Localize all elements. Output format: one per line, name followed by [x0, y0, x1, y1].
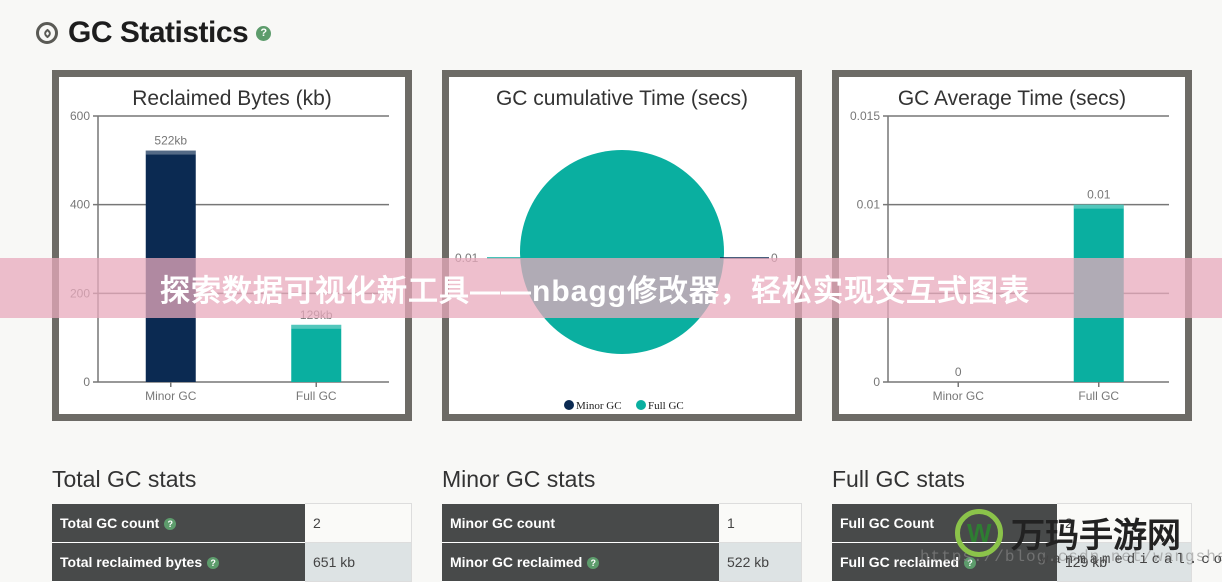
question-circle-icon[interactable]: ? [164, 518, 177, 531]
reclaimed-bytes-panel: Reclaimed Bytes (kb)0200400600522kbMinor… [52, 70, 412, 421]
banner-text: 探索数据可视化新工具——nbagg修改器，轻松实现交互式图表 [160, 275, 1030, 308]
x-tick-label: Minor GC [145, 389, 197, 403]
pie-slice-full-gc [520, 150, 724, 354]
legend-marker [564, 400, 574, 410]
bar-highlight [291, 324, 342, 329]
data-label: 0.01 [1087, 188, 1111, 202]
stat-label: Minor GC count [442, 503, 719, 543]
stat-label: Total GC count? [52, 503, 305, 543]
stat-label: Total reclaimed bytes? [52, 542, 305, 582]
chart-title: GC cumulative Time (secs) [496, 87, 748, 110]
legend-marker [636, 400, 646, 410]
y-tick-label: 0 [873, 375, 880, 389]
table-row: Minor GC count 1 [442, 503, 802, 543]
bar-highlight [1073, 204, 1124, 209]
y-tick-label: 600 [70, 109, 90, 123]
table-row: Total reclaimed bytes? 651 kb [52, 542, 412, 582]
chart-title: GC Average Time (secs) [898, 87, 1126, 110]
table-row: Total GC count? 2 [52, 503, 412, 543]
average-time-panel: GC Average Time (secs) 0 0.01 0.015 0 Minor G… [832, 70, 1192, 421]
watermark-name: 万玛手游网 [1011, 516, 1181, 556]
stat-value: 651 kb [305, 542, 412, 582]
question-circle-icon[interactable]: ? [207, 557, 220, 570]
page-title: GC Statistics [68, 16, 249, 49]
cumulative-time-chart: GC cumulative Time (secs)0.010Minor GCFu… [455, 87, 778, 412]
x-tick-label: Full GC [1078, 389, 1119, 403]
y-tick-label: 0 [83, 375, 90, 389]
stat-label: Minor GC reclaimed? [442, 542, 719, 582]
x-tick-label: Minor GC [933, 389, 985, 403]
overlay-banner: 探索数据可视化新工具——nbagg修改器，轻松实现交互式图表 [0, 258, 1222, 318]
data-label: 0 [955, 365, 962, 379]
table-row: Minor GC reclaimed? 522 kb [442, 542, 802, 582]
y-tick-label: 400 [70, 198, 90, 212]
total-gc-stats-title: Total GC stats [52, 466, 197, 492]
bar-highlight [145, 150, 196, 155]
stat-value: 1 [719, 503, 802, 543]
data-label: 522kb [154, 134, 187, 148]
watermark-url: wanmamedical.com [1040, 552, 1222, 568]
cumulative-time-panel: GC cumulative Time (secs)0.010Minor GCFu… [442, 70, 802, 421]
y-tick-label: 0.01 [857, 198, 881, 212]
full-gc-stats-title: Full GC stats [832, 466, 965, 492]
bar-full-gc [291, 324, 342, 382]
reclaimed-bytes-chart: Reclaimed Bytes (kb)0200400600522kbMinor… [70, 87, 389, 403]
stat-value: 2 [305, 503, 412, 543]
legend-label: Full GC [648, 400, 684, 412]
question-circle-icon[interactable]: ? [256, 25, 272, 41]
compass-icon [36, 22, 58, 44]
x-tick-label: Full GC [296, 389, 337, 403]
average-time-chart: GC Average Time (secs) 0 0.01 0.015 0 Minor G… [850, 87, 1169, 403]
site-watermark: 万玛手游网 [955, 508, 1181, 557]
question-circle-icon[interactable]: ? [587, 557, 600, 570]
site-logo-icon [955, 508, 1003, 557]
stat-value: 522 kb [719, 542, 802, 582]
y-tick-label: 0.015 [850, 109, 880, 123]
minor-gc-stats-title: Minor GC stats [442, 466, 596, 492]
total-gc-stats-table: Total GC count? 2 Total reclaimed bytes?… [52, 503, 412, 582]
minor-gc-stats-table: Minor GC count 1 Minor GC reclaimed? 522… [442, 503, 802, 582]
chart-title: Reclaimed Bytes (kb) [132, 87, 332, 110]
page-header: GC Statistics ? [36, 16, 272, 50]
legend-label: Minor GC [576, 400, 622, 412]
